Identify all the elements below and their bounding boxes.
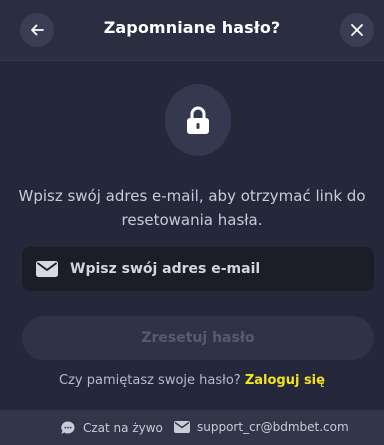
- support-email-label: support_cr@bdmbet.com: [197, 420, 349, 434]
- chat-bubble-icon: [61, 421, 75, 434]
- instructions-text: Wpisz swój adres e-mail, aby otrzymać li…: [14, 184, 370, 232]
- envelope-icon: [174, 421, 190, 433]
- login-link[interactable]: Zaloguj się: [245, 373, 325, 388]
- email-input[interactable]: [70, 261, 350, 277]
- live-chat-label: Czat na żywo: [83, 421, 163, 435]
- close-icon: [351, 24, 363, 36]
- instructions-line-2: resetowania hasła.: [121, 211, 263, 229]
- footer: Czat na żywo support_cr@bdmbet.com: [0, 410, 384, 445]
- modal-header: Zapomniane hasło?: [0, 0, 384, 61]
- reset-password-button[interactable]: Zresetuj hasło: [22, 316, 374, 360]
- email-field-container[interactable]: [22, 247, 374, 291]
- login-prompt-text: Czy pamiętasz swoje hasło?: [59, 373, 241, 388]
- live-chat-link[interactable]: Czat na żywo: [60, 420, 163, 436]
- support-email-link[interactable]: support_cr@bdmbet.com: [174, 420, 349, 434]
- lock-badge: [165, 84, 231, 156]
- lock-icon: [187, 106, 209, 134]
- page-title: Zapomniane hasło?: [103, 18, 281, 37]
- instructions-line-1: Wpisz swój adres e-mail, aby otrzymać li…: [18, 187, 366, 205]
- envelope-icon: [36, 261, 58, 277]
- close-button[interactable]: [340, 13, 374, 47]
- login-prompt-row: Czy pamiętasz swoje hasło? Zaloguj się: [0, 373, 384, 388]
